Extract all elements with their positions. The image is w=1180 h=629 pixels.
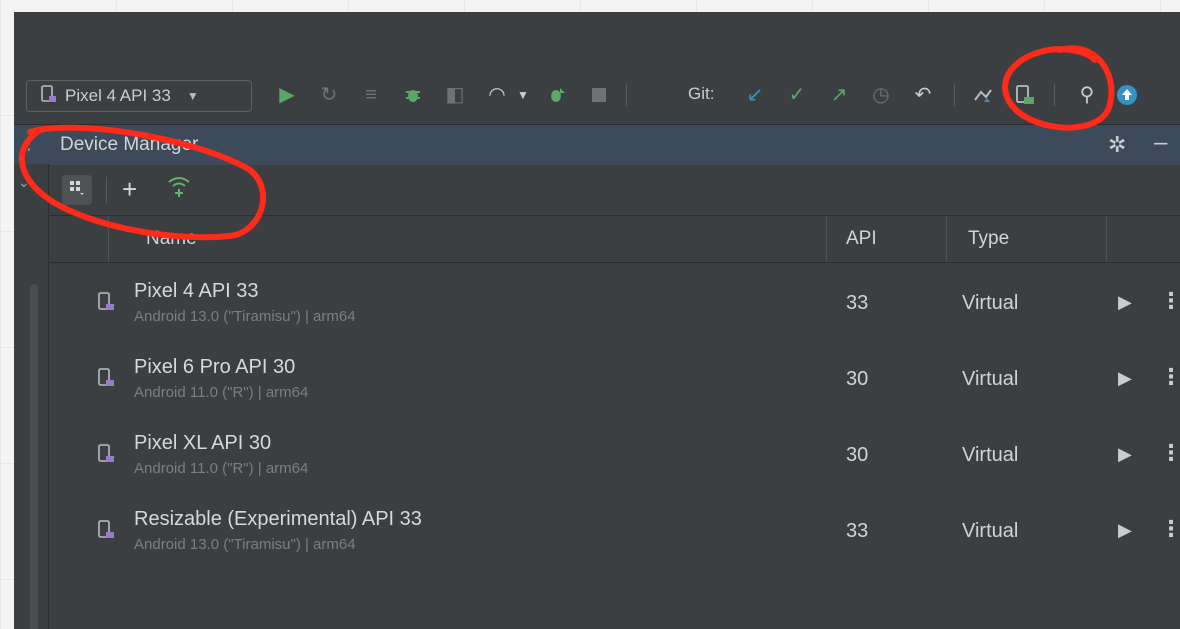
device-name: Pixel 4 API 33 [134,280,259,302]
device-name: Resizable (Experimental) API 33 [134,508,422,530]
table-row[interactable]: Pixel 6 Pro API 30 Android 11.0 ("R") | … [50,344,1180,420]
device-api: 33 [846,520,869,542]
update-icon[interactable] [1114,82,1140,108]
device-manager-icon[interactable] [1012,82,1038,108]
device-manager-toolbar: + [50,165,1180,216]
phone-icon [98,444,116,470]
device-name: Pixel XL API 30 [134,432,272,454]
git-push-icon[interactable]: ↗ [826,82,852,108]
device-details: Android 13.0 ("Tiramisu") | arm64 [134,308,356,325]
git-label: Git: [688,84,715,103]
search-icon[interactable]: ⚲ [1074,82,1100,108]
device-type: Virtual [962,520,1019,542]
scrollbar[interactable] [30,284,38,629]
device-details: Android 11.0 ("R") | arm64 [134,460,309,477]
device-api: 30 [846,444,869,466]
column-header-api[interactable]: API [846,228,877,250]
chevron-down-icon[interactable]: ▼ [510,82,536,108]
device-type: Virtual [962,444,1019,466]
device-name: Pixel 6 Pro API 30 [134,356,296,378]
gradle-sync-icon[interactable] [970,82,996,108]
table-row[interactable]: Resizable (Experimental) API 33 Android … [50,496,1180,572]
device-type: Virtual [962,368,1019,390]
chevron-down-icon[interactable]: ⌄ [18,174,30,191]
rollback-icon[interactable]: ↶ [910,82,936,108]
git-commit-icon[interactable]: ✓ [784,82,810,108]
column-separator [1106,216,1107,262]
apply-code-changes-icon[interactable]: ≡ [358,82,384,108]
profile-icon[interactable]: ◠ [484,82,510,108]
grid-icon [69,180,85,201]
gear-icon[interactable]: ✲ [1108,132,1126,158]
attach-debugger-icon[interactable]: ◧ [442,82,468,108]
main-toolbar: Pixel 4 API 33 ▼ ▶ ↻ ≡ ◧ ◠ ▼ Git: ↙ ✓ ↗ … [14,68,1180,122]
device-manager-header: ⋮ Device Manager ✲ – [14,124,1180,166]
device-selector-label: Pixel 4 API 33 [65,86,171,105]
toolbar-separator [626,84,627,106]
launch-icon[interactable]: ▶ [1118,292,1132,313]
column-header-type[interactable]: Type [968,228,1009,250]
toolbar-separator [106,177,107,203]
stop-icon[interactable] [586,82,612,108]
run-icon[interactable]: ▶ [274,82,300,108]
more-actions-icon[interactable]: ⋮ [1160,288,1180,314]
git-history-icon[interactable]: ◷ [868,82,894,108]
device-details: Android 13.0 ("Tiramisu") | arm64 [134,536,356,553]
more-actions-icon[interactable]: ⋮ [1160,516,1180,542]
phone-icon [98,520,116,546]
add-device-button[interactable]: + [122,175,137,203]
column-header-name[interactable]: Name [146,228,197,250]
more-actions-icon[interactable]: ⋮ [1160,440,1180,466]
toolbar-separator [1054,84,1055,106]
phone-icon [98,292,116,318]
chevron-down-icon: ▼ [186,89,199,103]
device-manager-title: Device Manager [60,134,199,155]
device-icon [41,84,57,108]
device-type-grid-button[interactable] [62,175,92,205]
minimize-icon[interactable]: – [1154,129,1167,157]
column-separator [108,216,109,262]
table-row[interactable]: Pixel XL API 30 Android 11.0 ("R") | arm… [50,420,1180,496]
git-update-icon[interactable]: ↙ [742,82,768,108]
device-selector[interactable]: Pixel 4 API 33 ▼ [26,80,252,112]
sync-debug-icon[interactable] [544,82,570,108]
ide-window: Pixel 4 API 33 ▼ ▶ ↻ ≡ ◧ ◠ ▼ Git: ↙ ✓ ↗ … [14,12,1180,629]
device-api: 30 [846,368,869,390]
apply-changes-icon[interactable]: ↻ [316,82,342,108]
column-separator [826,216,827,262]
pair-wifi-icon[interactable] [166,173,192,206]
debug-icon[interactable] [400,82,426,108]
device-api: 33 [846,292,869,314]
device-details: Android 11.0 ("R") | arm64 [134,384,309,401]
left-tool-strip: ⌄ [14,164,49,629]
launch-icon[interactable]: ▶ [1118,520,1132,541]
more-actions-icon[interactable]: ⋮ [1160,364,1180,390]
phone-icon [98,368,116,394]
device-type: Virtual [962,292,1019,314]
drag-handle-icon[interactable]: ⋮ [20,133,38,154]
column-header-separator [946,216,947,262]
table-row[interactable]: Pixel 4 API 33 Android 13.0 ("Tiramisu")… [50,268,1180,344]
launch-icon[interactable]: ▶ [1118,368,1132,389]
launch-icon[interactable]: ▶ [1118,444,1132,465]
toolbar-separator [954,84,955,106]
device-table-header: Name API Type [50,216,1180,263]
